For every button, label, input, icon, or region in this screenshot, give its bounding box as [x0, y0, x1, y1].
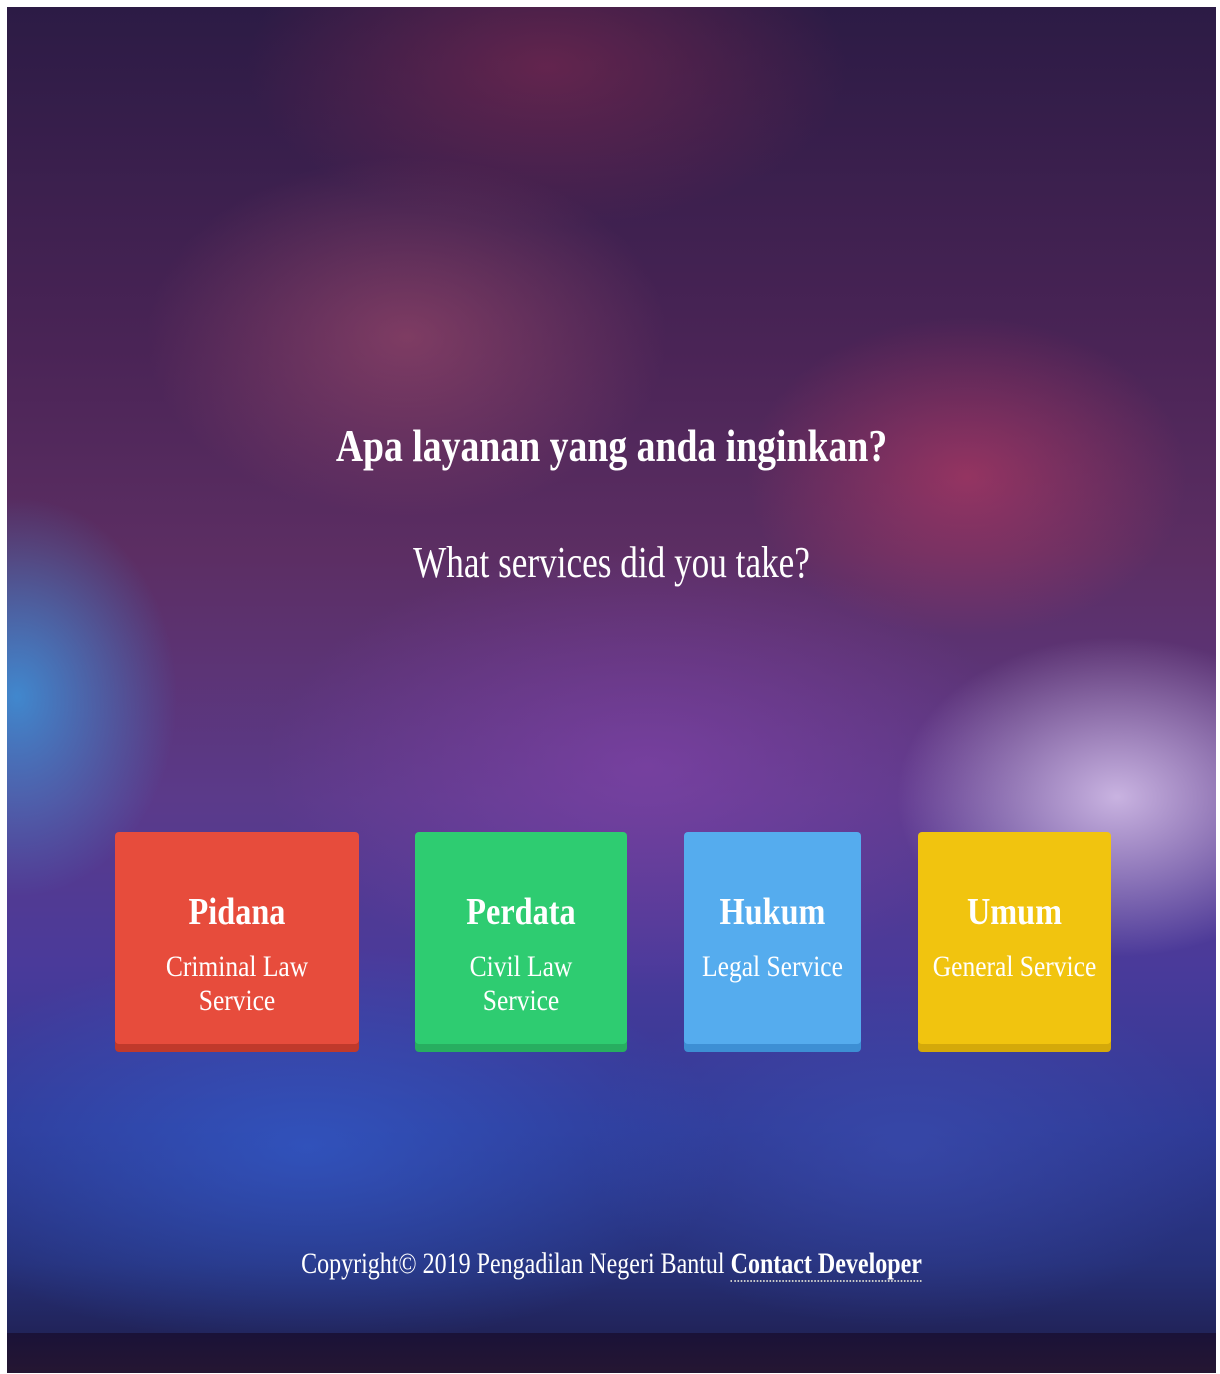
service-card-umum[interactable]: Umum General Service — [918, 832, 1111, 1044]
service-card-subtitle: General Service — [932, 950, 1097, 983]
page-subtitle: What services did you take? — [413, 538, 810, 587]
page-title: Apa layanan yang anda inginkan? — [335, 420, 888, 471]
service-card-subtitle: Civil Law Service — [469, 950, 573, 1017]
service-card-title: Hukum — [719, 891, 826, 933]
service-card-hukum[interactable]: Hukum Legal Service — [684, 832, 861, 1044]
service-card-subtitle: Criminal Law Service — [165, 950, 309, 1017]
service-card-pidana[interactable]: Pidana Criminal Law Service — [115, 832, 359, 1044]
bottom-bar — [7, 1333, 1216, 1373]
service-card-title: Pidana — [188, 891, 286, 933]
page-background: Apa layanan yang anda inginkan? What ser… — [7, 7, 1216, 1373]
service-card-title: Umum — [966, 891, 1063, 933]
service-card-perdata[interactable]: Perdata Civil Law Service — [415, 832, 627, 1044]
contact-developer-link[interactable]: Contact Developer — [730, 1247, 922, 1282]
copyright-text: Copyright© 2019 Pengadilan Negeri Bantul — [301, 1247, 725, 1280]
footer: Copyright© 2019 Pengadilan Negeri Bantul… — [128, 1247, 1095, 1282]
service-card-title: Perdata — [466, 891, 576, 933]
service-card-subtitle: Legal Service — [702, 950, 843, 983]
